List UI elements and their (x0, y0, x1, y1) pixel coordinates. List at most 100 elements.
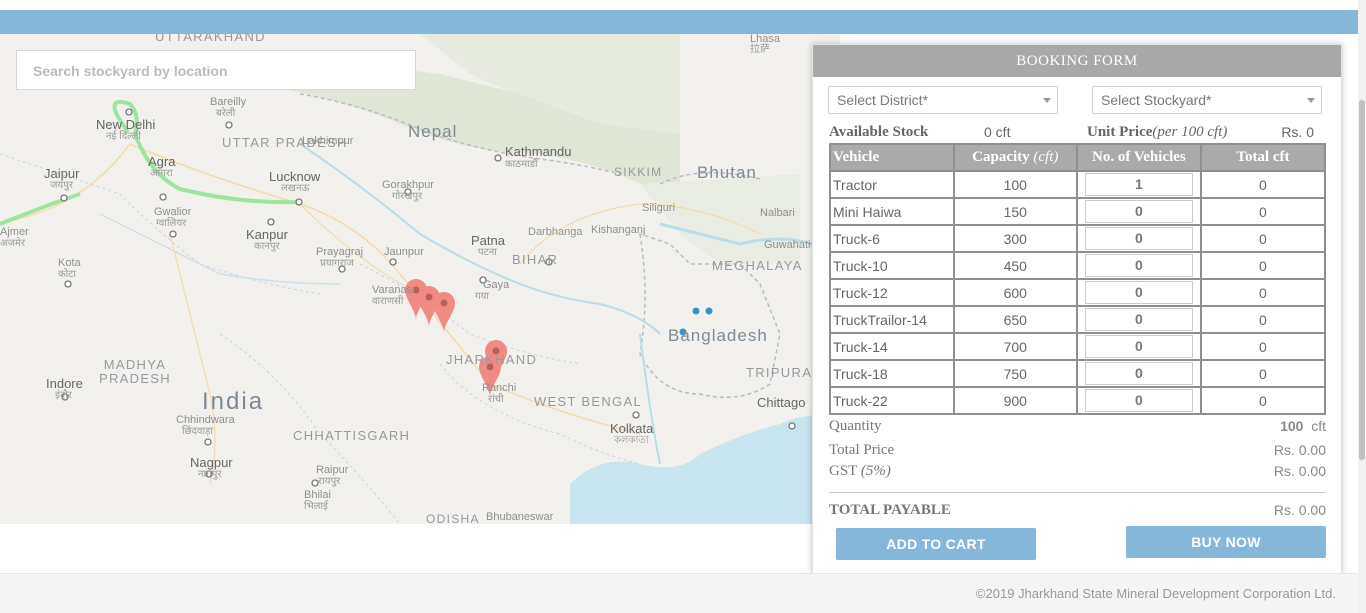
map-label-uttarakhand: UTTARAKHAND (155, 34, 266, 44)
buy-now-button[interactable]: BUY NOW (1126, 526, 1326, 558)
vehicle-name: Truck-18 (829, 359, 955, 388)
map-label-chhattisgarh: CHHATTISGARH (293, 428, 411, 443)
vehicle-total-cft: 0 (1199, 224, 1327, 253)
quantity-value: 100 (1280, 418, 1304, 434)
gst-value: Rs. 0.00 (1273, 463, 1326, 479)
gst-row: GST (5%) Rs. 0.00 (829, 463, 1326, 480)
vehicle-capacity: 750 (952, 359, 1078, 388)
vehicle-capacity: 650 (952, 305, 1078, 334)
map-label-guwahati: Guwahati (764, 239, 811, 251)
header-capacity-unit: (cft) (1033, 149, 1059, 165)
quantity-unit: cft (1311, 418, 1326, 434)
footer-copyright: ©2019 Jharkhand State Mineral Developmen… (975, 586, 1336, 601)
vehicle-count-input[interactable]: 0 (1084, 254, 1193, 277)
map-label-bihar: BIHAR (512, 252, 559, 267)
map-label-chhindwara-sub: छिंदवाड़ा (182, 426, 213, 437)
unit-price-label-text: Unit Price (1087, 124, 1153, 140)
map-label-new-delhi: New Delhi (96, 117, 156, 132)
map-label-gwalior-sub: ग्वालियर (156, 218, 187, 229)
vehicle-count-input[interactable]: 0 (1084, 227, 1193, 250)
scrollbar-thumb[interactable] (1359, 100, 1365, 460)
booking-form-title: BOOKING FORM (813, 45, 1341, 77)
vehicle-name: Truck-10 (829, 251, 955, 280)
map-label-kota-sub: कोटा (58, 269, 76, 280)
map-label-nalbari: Nalbari (760, 207, 795, 219)
unit-price-label: Unit Price(per 100 cft) (1087, 124, 1227, 141)
vehicle-total-cft: 0 (1199, 197, 1327, 226)
district-select[interactable]: Select District* (828, 86, 1058, 114)
district-select-placeholder: Select District* (837, 92, 929, 108)
map-label-chittagong: Chittago (757, 395, 806, 410)
map-label-odisha: ODISHA (426, 512, 480, 524)
footer: ©2019 Jharkhand State Mineral Developmen… (0, 573, 1358, 613)
map-label-gorakhpur-sub: गोरखपुर (392, 191, 423, 202)
vehicle-count-input[interactable]: 0 (1084, 308, 1193, 331)
vehicle-name: Mini Haiwa (829, 197, 955, 226)
map-label-prayagraj-sub: प्रयागराज (320, 258, 354, 269)
add-to-cart-button[interactable]: ADD TO CART (836, 528, 1036, 560)
vehicle-total-cft: 0 (1199, 386, 1327, 415)
vehicle-count-cell: 0 (1075, 224, 1202, 253)
map-label-kanpur: Kanpur (246, 227, 288, 242)
map-label-lakhimpur: Lakhimpur (302, 135, 354, 147)
map-label-kolkata-sub: কলকাতা (614, 435, 649, 446)
stockyard-map[interactable]: UTTARAKHAND Lhasa 拉萨 Nepal Bhutan Bangla… (0, 34, 840, 524)
map-label-bareilly-sub: बरेली (216, 108, 236, 119)
vehicle-count-cell: 0 (1075, 251, 1202, 280)
gst-rate: (5%) (860, 463, 891, 479)
header-vehicle: Vehicle (829, 143, 955, 172)
vehicle-count-input[interactable]: 0 (1084, 335, 1193, 358)
vehicle-name: Truck-14 (829, 332, 955, 361)
total-price-value: Rs. 0.00 (1273, 442, 1326, 458)
vehicle-count-cell: 0 (1075, 305, 1202, 334)
vehicle-count-cell: 0 (1075, 359, 1202, 388)
gst-label: GST (829, 463, 858, 479)
map-label-ranchi-sub: रांची (488, 394, 504, 405)
vehicle-count-input[interactable]: 0 (1084, 362, 1193, 385)
quantity-label: Quantity (829, 418, 882, 434)
vehicle-row: Mini Haiwa 150 0 0 (829, 197, 1327, 226)
unit-price-unit: (per 100 cft) (1152, 124, 1228, 140)
map-label-nagpur: Nagpur (190, 455, 233, 470)
summary-divider (829, 492, 1326, 493)
vehicle-name: Truck-12 (829, 278, 955, 307)
vehicle-total-cft: 0 (1199, 170, 1327, 199)
map-label-bangladesh: Bangladesh (668, 326, 768, 345)
map-label-sikkim: SIKKIM (614, 165, 663, 179)
vehicle-count-input[interactable]: 0 (1084, 281, 1193, 304)
map-label-new-delhi-sub: नई दिल्ली (106, 131, 142, 142)
total-payable-label: TOTAL PAYABLE (829, 502, 951, 518)
vehicle-capacity: 100 (952, 170, 1078, 199)
vehicle-count-input[interactable]: 0 (1084, 200, 1193, 223)
header-capacity-text: Capacity (972, 149, 1030, 165)
map-label-gaya-sub: गया (475, 291, 490, 302)
map-label-kolkata: Kolkata (610, 421, 654, 436)
vehicle-total-cft: 0 (1199, 359, 1327, 388)
vehicle-count-input[interactable]: 1 (1084, 173, 1193, 196)
vehicle-row: Truck-10 450 0 0 (829, 251, 1327, 280)
vehicle-capacity: 700 (952, 332, 1078, 361)
map-label-gaya: Gaya (483, 279, 510, 291)
header-capacity: Capacity (cft) (952, 143, 1078, 172)
map-label-bareilly: Bareilly (210, 96, 247, 108)
map-label-nagpur-sub: नागपुर (198, 469, 222, 480)
stockyard-search-input[interactable]: Search stockyard by location (16, 50, 416, 90)
vehicle-count-input[interactable]: 0 (1084, 389, 1193, 412)
page-scrollbar[interactable] (1358, 0, 1366, 613)
map-label-indore: Indore (46, 376, 83, 391)
stockyard-select[interactable]: Select Stockyard* (1092, 86, 1322, 114)
map-label-gorakhpur: Gorakhpur (382, 179, 434, 191)
vehicle-count-cell: 1 (1075, 170, 1202, 199)
total-price-row: Total Price Rs. 0.00 (829, 442, 1326, 459)
map-label-ajmer-sub: अजमेर (0, 238, 26, 249)
vehicle-total-cft: 0 (1199, 305, 1327, 334)
stockyard-select-placeholder: Select Stockyard* (1101, 92, 1212, 108)
quantity-row: Quantity 100 cft (829, 418, 1326, 435)
vehicle-count-cell: 0 (1075, 386, 1202, 415)
vehicle-capacity: 450 (952, 251, 1078, 280)
chevron-down-icon (1043, 98, 1051, 103)
map-label-indore-sub: इंदौर (55, 390, 72, 401)
map-label-bhilai: Bhilai (304, 489, 331, 501)
map-label-siliguri: Siliguri (642, 202, 676, 214)
vehicle-total-cft: 0 (1199, 251, 1327, 280)
